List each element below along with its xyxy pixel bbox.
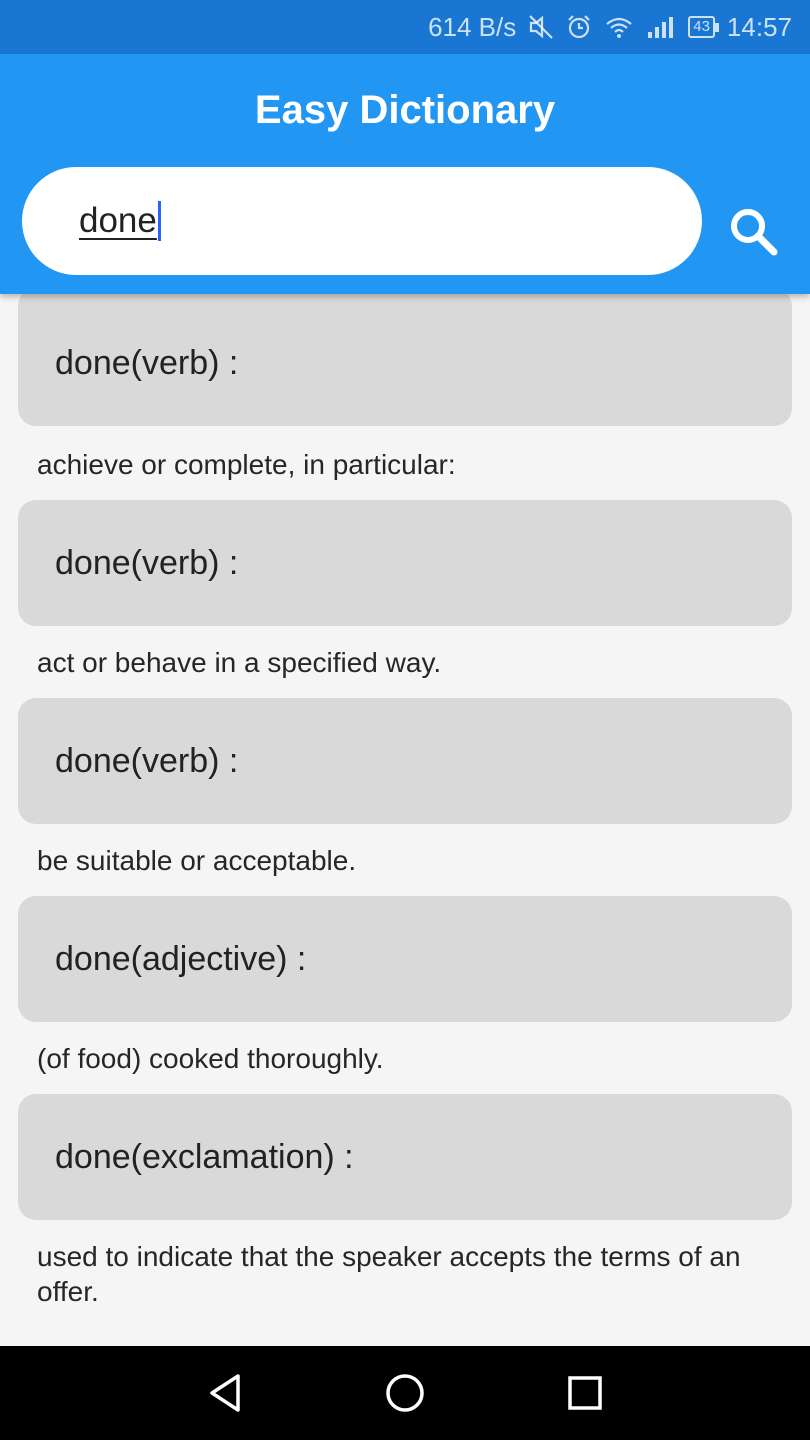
entry-definition: achieve or complete, in particular: (37, 449, 456, 480)
entry-heading: done(verb) : (55, 343, 239, 382)
home-icon (386, 1374, 424, 1412)
entry-heading: done(adjective) : (55, 939, 307, 978)
navigation-bar (0, 1346, 810, 1440)
app-title: Easy Dictionary (254, 88, 556, 132)
entry-heading-card: done(exclamation) : (18, 1094, 792, 1220)
alarm-icon (566, 14, 592, 40)
app-bar: Easy Dictionary done (0, 54, 810, 294)
mute-icon (528, 14, 554, 40)
battery-level: 43 (693, 18, 710, 35)
entry-definition: be suitable or acceptable. (37, 845, 357, 876)
recents-button[interactable] (560, 1368, 610, 1418)
entry-heading-card: done(adjective) : (18, 896, 792, 1022)
wifi-icon (604, 14, 634, 40)
entry-definition: (of food) cooked thoroughly. (37, 1043, 384, 1074)
search-input-value: done (79, 201, 157, 240)
entry-heading: done(verb) : (55, 543, 239, 582)
entry-heading: done(verb) : (55, 741, 239, 780)
battery-icon: 43 (688, 16, 719, 38)
search-button[interactable] (722, 200, 786, 264)
recents-icon (568, 1376, 602, 1410)
network-speed: 614 B/s (428, 11, 517, 42)
clock: 14:57 (726, 11, 792, 42)
results-list[interactable]: done(verb) : achieve or complete, in par… (0, 294, 810, 1346)
back-button[interactable] (200, 1368, 250, 1418)
entry-heading: done(exclamation) : (55, 1137, 354, 1176)
entry-heading-card: done(verb) : (18, 500, 792, 626)
signal-icon (646, 14, 676, 40)
entry-heading-card: done(verb) : (18, 698, 792, 824)
entry-definition: act or behave in a specified way. (37, 647, 442, 678)
search-input[interactable]: done (22, 167, 702, 275)
entry-heading-card: done(verb) : (18, 294, 792, 426)
home-button[interactable] (380, 1368, 430, 1418)
entry-definition: used to indicate that the speaker accept… (37, 1241, 741, 1307)
status-bar: 614 B/s 43 14:57 (0, 0, 810, 54)
text-cursor (157, 201, 161, 241)
back-icon (210, 1374, 240, 1412)
search-icon (731, 209, 778, 256)
